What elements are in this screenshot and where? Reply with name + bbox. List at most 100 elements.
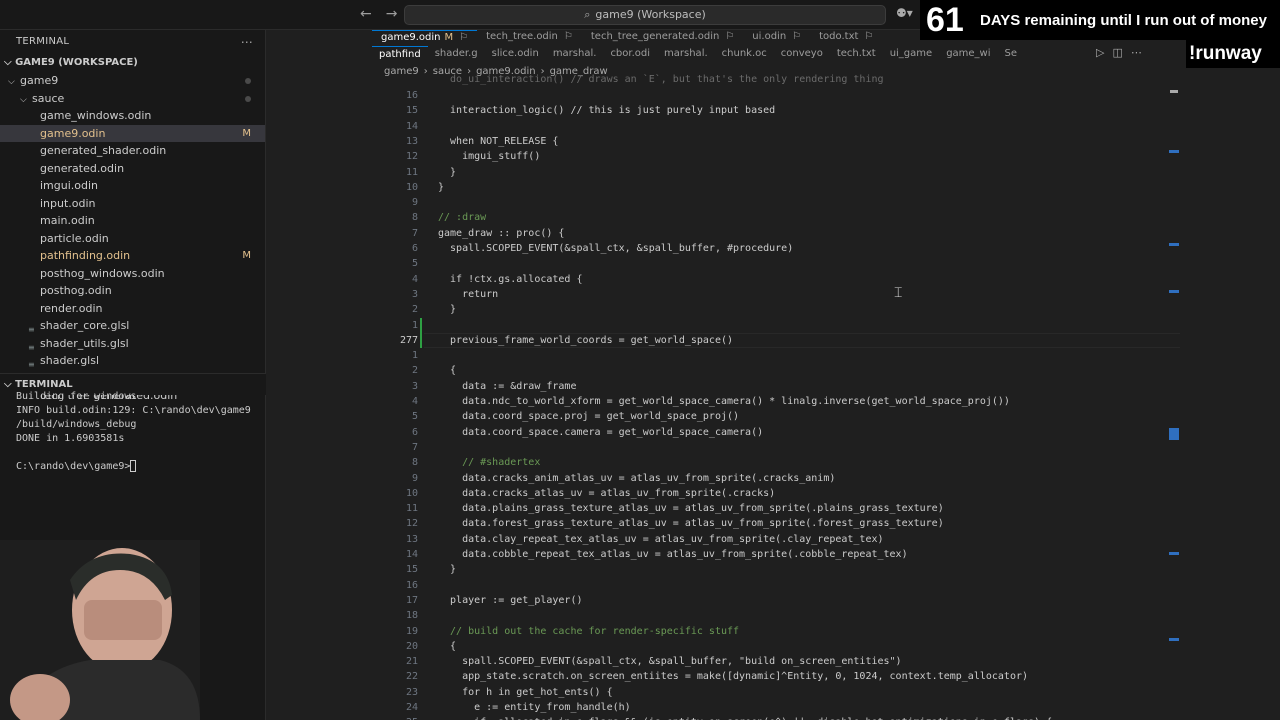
copilot-icon[interactable]: ⚉▾ [896, 6, 913, 20]
back-arrow-icon[interactable]: ← [360, 6, 372, 22]
pin-icon[interactable]: ⚐ [792, 31, 801, 42]
file-item[interactable]: ≡ shader_utils.glsl [0, 335, 265, 353]
code-line: 2 } [372, 302, 1180, 317]
tab-actions: ▷ ◫ ⋯ [1096, 46, 1142, 59]
editor-tab[interactable]: shader.g [428, 46, 485, 62]
file-item[interactable]: game_windows.odin [0, 107, 265, 125]
file-item[interactable]: posthog_windows.odin [0, 265, 265, 283]
file-item[interactable]: generated.odin [0, 160, 265, 178]
editor-tab[interactable]: ui.odin ⚐ [743, 30, 810, 44]
file-item[interactable]: render.odin [0, 300, 265, 318]
code-line: 10} [372, 180, 1180, 195]
code-line: 6 spall.SCOPED_EVENT(&spall_ctx, &spall_… [372, 241, 1180, 256]
editor-tab[interactable]: pathfind [372, 46, 428, 62]
line-number: 20 [405, 640, 418, 652]
file-item[interactable]: input.odin [0, 195, 265, 213]
line-number: 19 [405, 625, 418, 637]
file-item[interactable]: ≡ shader_core.glsl [0, 317, 265, 335]
line-number: 5 [411, 411, 418, 423]
editor-tab[interactable]: game9.odin M ⚐ [372, 30, 478, 44]
file-label: game_windows.odin [40, 109, 152, 122]
line-number: 13 [405, 533, 418, 545]
editor-tab[interactable]: ui_game [883, 46, 940, 62]
editor-tab[interactable]: tech_tree.odin ⚐ [477, 30, 582, 44]
more-actions-icon[interactable]: ⋯ [1131, 46, 1142, 59]
editor-tab[interactable]: cbor.odi [603, 46, 657, 62]
code-line: 22 app_state.scratch.on_screen_entiites … [372, 669, 1180, 684]
code-line: 15 } [372, 562, 1180, 577]
file-item[interactable]: generated_shader.odin [0, 142, 265, 160]
more-actions-icon[interactable]: ⋯ [241, 30, 253, 54]
file-item[interactable]: game9.odin M [0, 124, 265, 142]
file-label: main.odin [40, 214, 95, 227]
code-line: 12 imgui_stuff() [372, 149, 1180, 164]
forward-arrow-icon[interactable]: → [386, 6, 398, 22]
editor-tab[interactable]: marshal. [546, 46, 604, 62]
scroll-marker [1169, 638, 1179, 641]
pin-icon[interactable]: ⚐ [725, 31, 734, 42]
editor-tab[interactable]: conveyo [774, 46, 830, 62]
days-remaining-number: 61 [926, 1, 964, 39]
code-text: data := &draw_frame [438, 380, 577, 392]
code-line: 19 // build out the cache for render-spe… [372, 624, 1180, 639]
line-number: 12 [405, 151, 418, 163]
command-center-search[interactable]: ⌕ game9 (Workspace) [404, 5, 886, 25]
line-number: 1 [411, 319, 418, 331]
editor-tab[interactable]: todo.txt ⚐ [810, 30, 882, 44]
code-line: 277 previous_frame_world_coords = get_wo… [372, 332, 1180, 349]
editor-tab[interactable]: chunk.oc [715, 46, 774, 62]
code-line: 15 interaction_logic() // this is just p… [372, 103, 1180, 118]
file-label: pathfinding.odin [40, 249, 131, 262]
file-item[interactable]: imgui.odin [0, 177, 265, 195]
terminal-line: C:\rando\dev\game9> [16, 460, 262, 474]
editor-tab[interactable]: slice.odin [485, 46, 546, 62]
editor-tab[interactable]: marshal. [657, 46, 715, 62]
code-text: // build out the cache for render-specif… [438, 625, 740, 637]
file-label: particle.odin [40, 231, 109, 245]
code-text: spall.SCOPED_EVENT(&spall_ctx, &spall_bu… [438, 656, 902, 668]
code-text: { [438, 365, 457, 377]
run-icon[interactable]: ▷ [1096, 46, 1104, 59]
editor-tabs-secondary: pathfind shader.g slice.odin marshal. cbor.o… [372, 46, 1192, 62]
file-label: shader.glsl [40, 354, 100, 367]
code-text: data.cracks_atlas_uv = atlas_uv_from_spr… [438, 487, 776, 499]
code-text: } [438, 564, 457, 576]
chevron-down-icon: ⌵ [4, 379, 16, 390]
code-text: // #shadertex [438, 457, 541, 469]
editor-tab[interactable]: game_wi [939, 46, 997, 62]
code-line: 7 [372, 440, 1180, 455]
code-line: 14 data.cobble_repeat_tex_atlas_uv = atl… [372, 547, 1180, 562]
code-text: data.plains_grass_texture_atlas_uv = atl… [438, 503, 944, 515]
line-number: 3 [411, 288, 418, 300]
code-text: // :draw [438, 212, 487, 224]
workspace-row[interactable]: ⌵ GAME9 (WORKSPACE) [0, 54, 265, 72]
pin-icon[interactable]: ⚐ [564, 31, 573, 42]
code-line: 11 } [372, 165, 1180, 180]
runway-command-label: !runway [1186, 40, 1280, 68]
pin-icon[interactable]: ⚐ [459, 32, 468, 43]
git-added-gutter [420, 332, 422, 349]
folder-sauce[interactable]: ⌵ sauce [0, 90, 265, 108]
folder-game9[interactable]: ⌵ game9 [0, 72, 265, 90]
editor-tab[interactable]: tech_tree_generated.odin ⚐ [582, 30, 743, 44]
file-item[interactable]: main.odin [0, 212, 265, 230]
code-line: 24 e := entity_from_handle(h) [372, 700, 1180, 715]
line-number: 6 [411, 426, 418, 438]
file-item[interactable]: ≡ shader.glsl [0, 352, 265, 370]
line-number: 4 [411, 273, 418, 285]
line-number: 15 [405, 105, 418, 117]
file-item[interactable]: particle.odin [0, 230, 265, 248]
line-number: 11 [405, 503, 418, 515]
tab-label: todo.txt [819, 31, 859, 42]
pin-icon[interactable]: ⚐ [864, 31, 873, 42]
editor-tab[interactable]: tech.txt [830, 46, 883, 62]
editor-tab[interactable]: Se [998, 46, 1025, 62]
terminal-output[interactable]: Building for windows INFO build.odin:129:… [16, 390, 262, 474]
code-editor[interactable]: do_ui_interaction() // draws an `E`, but… [372, 74, 1180, 720]
file-item[interactable]: pathfinding.odin M [0, 247, 265, 265]
line-number: 10 [405, 487, 418, 499]
file-label: game9.odin [40, 126, 106, 140]
split-editor-icon[interactable]: ◫ [1112, 46, 1122, 59]
file-item[interactable]: posthog.odin [0, 282, 265, 300]
